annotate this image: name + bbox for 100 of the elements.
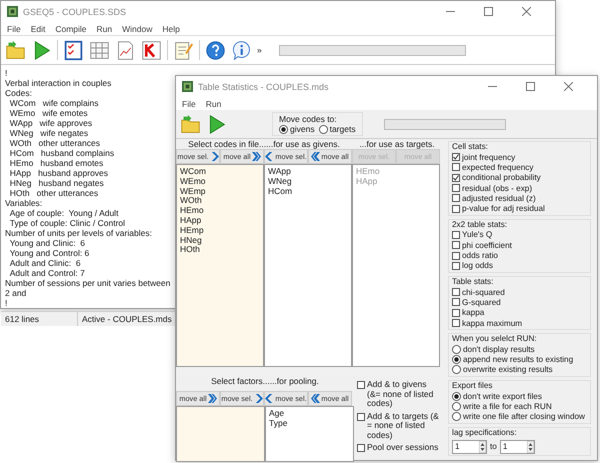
column-header: Select factors... [211,376,270,386]
checkbox[interactable] [452,184,460,192]
list-item[interactable]: Age [269,409,350,419]
radio-label: don't display results [463,344,535,354]
code-list[interactable] [176,406,265,462]
grid-icon[interactable] [89,40,110,60]
radio-button[interactable] [452,344,461,354]
menu-item[interactable]: Edit [30,24,46,34]
code-list[interactable]: WApp WNeg HCom [264,164,352,367]
checkbox[interactable] [452,153,460,162]
spin-field[interactable]: 1 [452,440,487,454]
text-line: HCom husband complains [8,148,116,158]
code-list[interactable]: Age Type [265,406,354,462]
status-text: 612 lines [1,312,78,326]
checkbox[interactable] [357,444,365,452]
maximize-icon[interactable] [484,7,493,16]
checkbox[interactable] [452,298,460,306]
radio-label: overwrite existing results [463,365,553,374]
chart-icon[interactable] [141,40,162,60]
list-item[interactable]: Type [269,418,350,429]
checkbox-label: residual (obs - exp) [462,184,532,193]
menu-item[interactable]: Run [96,24,112,34]
group-title: When you selelct RUN: [452,334,538,344]
text-line: Adult and Clinic: 6 [8,258,82,268]
column-header: ...for use as targets. [358,139,436,149]
list-item[interactable]: WApp [268,167,348,177]
list-item[interactable]: HEmp [180,226,260,236]
checkbox[interactable] [452,319,460,327]
text-line: HOth other utterances [8,188,100,198]
list-item[interactable]: HEmo [180,206,260,216]
text-line: WEmo wife emotes [8,108,89,118]
radio-button[interactable] [318,124,328,134]
list-item[interactable]: HCom [268,186,348,196]
menu-item[interactable]: File [182,98,196,108]
text-line: Adult and Control: 7 [8,268,86,278]
chevron-left-icon [265,152,274,161]
app-icon [182,81,193,92]
text-line: ! [5,298,8,308]
checkbox[interactable] [357,412,365,420]
stepper-icon[interactable] [526,440,534,453]
list-item[interactable]: WNeg [268,176,348,187]
close-icon[interactable] [522,7,531,16]
group-title: lag specifications: [452,428,518,438]
list-item[interactable]: HNeg [180,236,260,246]
code-list[interactable]: WCom WEmo WEmp WOth HEmo HApp HEmp HNeg HOth [176,164,264,367]
radio-label: append new results to existing [463,355,574,364]
radio-label: targets [330,124,356,134]
radio-button[interactable] [279,124,288,134]
folder-icon[interactable] [180,114,201,134]
text-line: Number of sessions per unit varies between 2 and [5,278,172,298]
chevron-right-icon [210,152,219,161]
menu-item[interactable]: File [7,24,21,34]
spin-field[interactable]: 1 [500,440,535,454]
list-item[interactable]: HOth [180,245,260,256]
chart-icon[interactable] [115,40,136,60]
checkbox-label: Pool over sessions [367,443,438,452]
menu-item[interactable]: Run [206,98,222,108]
list-item[interactable]: WOth [180,196,260,206]
text-line: Age of couple: Young / Adult [8,208,120,218]
help-icon[interactable] [205,40,226,60]
list-item[interactable]: WCom [180,167,260,177]
notepad-icon[interactable] [173,40,194,60]
column-header: ...for use as givens. [266,139,340,149]
list-item[interactable]: HApp [180,216,260,226]
checkbox[interactable] [452,288,460,296]
text-line: HApp husband approves [8,168,110,178]
checklist-icon[interactable] [63,40,84,60]
text-line: Verbal interaction in couples [5,78,112,88]
text-line: WNeg wife negates [8,128,90,138]
checkbox[interactable] [452,262,460,270]
radio-button[interactable] [452,355,461,364]
checkbox[interactable] [452,308,460,317]
group-title: Export files [452,381,494,392]
group-title: Cell stats: [452,142,489,152]
radio-button[interactable] [452,402,461,411]
radio-button[interactable] [452,365,461,374]
checkbox-label: Add & to targets (& = none of listed codes) [367,412,440,440]
radio-label: write one file after closing window [463,412,585,422]
folder-icon[interactable] [5,40,26,60]
checkbox[interactable] [452,204,460,213]
menu-item[interactable]: Compile [55,24,87,34]
radio-button[interactable] [452,392,461,401]
radio-label: givens [290,124,315,134]
checkbox[interactable] [357,381,365,389]
maximize-icon[interactable] [526,82,535,91]
info-icon[interactable] [231,40,252,60]
menu-item[interactable]: Window [122,24,152,34]
checkbox[interactable] [452,241,460,250]
stepper-icon[interactable] [479,440,486,453]
list-item[interactable]: WEmp [180,186,260,196]
checkbox[interactable] [452,194,460,202]
checkbox[interactable] [452,252,460,260]
list-item[interactable]: WEmo [180,176,260,187]
checkbox[interactable] [452,174,460,182]
menu-item[interactable]: Help [162,24,180,34]
checkbox[interactable] [452,163,460,172]
checkbox[interactable] [452,230,460,239]
close-icon[interactable] [564,82,573,91]
radio-button[interactable] [452,412,461,422]
overflow-button[interactable]: » [257,45,262,55]
